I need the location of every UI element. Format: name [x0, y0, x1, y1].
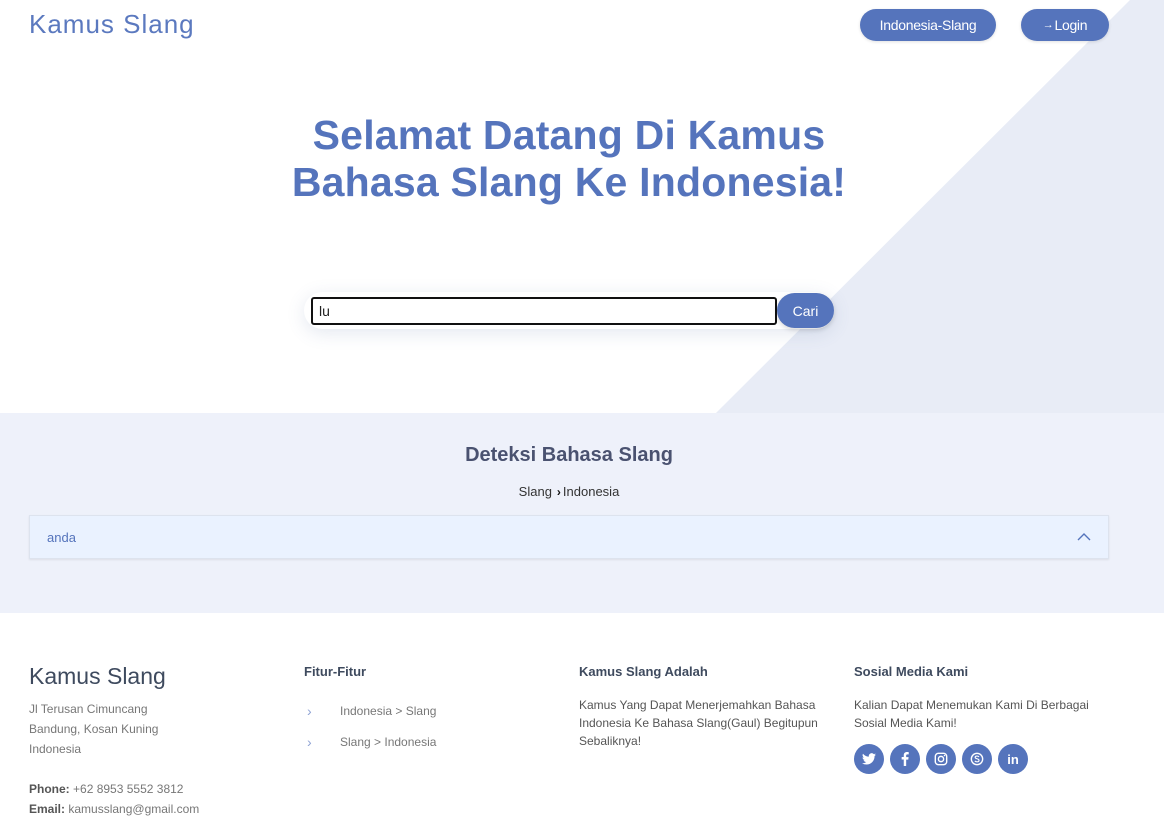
feature-link-slang-indonesia[interactable]: › Slang > Indonesia: [304, 726, 436, 757]
indonesia-slang-label: Indonesia-Slang: [879, 17, 977, 33]
result-accordion[interactable]: anda: [29, 515, 1109, 559]
phone-label: Phone:: [29, 782, 70, 796]
hero-background-shape: [716, 0, 1164, 413]
features-list: › Indonesia > Slang › Slang > Indonesia: [304, 695, 436, 757]
twitter-icon[interactable]: [854, 744, 884, 774]
footer: Kamus Slang Jl Terusan Cimuncang Bandung…: [0, 613, 1164, 839]
address-line: Jl Terusan Cimuncang: [29, 702, 148, 716]
search-button-label: Cari: [792, 302, 819, 319]
facebook-icon[interactable]: [890, 744, 920, 774]
features-heading: Fitur-Fitur: [304, 664, 367, 679]
feature-link-label: Slang > Indonesia: [340, 734, 437, 749]
linkedin-icon[interactable]: in: [998, 744, 1028, 774]
feature-link-indonesia-slang[interactable]: › Indonesia > Slang: [304, 695, 436, 726]
breadcrumb-from: Slang: [518, 484, 552, 499]
login-button[interactable]: → Login: [1021, 9, 1109, 41]
breadcrumb-to: Indonesia: [562, 484, 620, 499]
email-label: Email:: [29, 802, 66, 816]
result-text: anda: [47, 530, 76, 545]
login-label: Login: [1054, 17, 1088, 33]
footer-address: Jl Terusan Cimuncang Bandung, Kosan Kuni…: [29, 699, 209, 759]
email-row: Email: kamusslang@gmail.com: [29, 799, 199, 819]
instagram-icon[interactable]: [926, 744, 956, 774]
feature-link-label: Indonesia > Slang: [340, 703, 437, 718]
footer-contact: Phone: +62 8953 5552 3812 Email: kamussl…: [29, 779, 199, 819]
section-title: Deteksi Bahasa Slang: [465, 444, 673, 466]
about-heading: Kamus Slang Adalah: [579, 664, 708, 679]
footer-brand: Kamus Slang: [29, 663, 166, 689]
address-line: Bandung, Kosan Kuning: [29, 722, 159, 736]
chevron-up-icon: [1077, 533, 1091, 541]
breadcrumb: Slang › Indonesia: [0, 484, 1138, 499]
hero-section: Kamus Slang Indonesia-Slang → Login Sela…: [0, 0, 1164, 413]
social-text: Kalian Dapat Menemukan Kami Di Berbagai …: [854, 698, 1089, 730]
chevron-right-icon: ›: [307, 702, 312, 719]
login-icon: →: [1042, 19, 1054, 31]
chevron-right-icon: ›: [556, 485, 561, 499]
skype-icon[interactable]: [962, 744, 992, 774]
phone-value: +62 8953 5552 3812: [73, 782, 184, 796]
detection-section: Deteksi Bahasa Slang Slang › Indonesia and…: [0, 413, 1164, 613]
phone-row: Phone: +62 8953 5552 3812: [29, 779, 199, 799]
site-logo[interactable]: Kamus Slang: [29, 9, 195, 40]
chevron-right-icon: ›: [307, 733, 312, 750]
indonesia-slang-button[interactable]: Indonesia-Slang: [860, 9, 996, 41]
address-line: Indonesia: [29, 742, 82, 756]
search-input[interactable]: [311, 297, 777, 325]
page-title: Selamat Datang Di Kamus Bahasa Slang Ke …: [291, 112, 847, 205]
search-button[interactable]: Cari: [777, 293, 834, 328]
email-value[interactable]: kamusslang@gmail.com: [68, 802, 199, 816]
about-text: Kamus Yang Dapat Menerjemahkan Bahasa In…: [579, 698, 818, 748]
social-heading: Sosial Media Kami: [854, 664, 969, 679]
social-links: in: [854, 744, 1028, 774]
